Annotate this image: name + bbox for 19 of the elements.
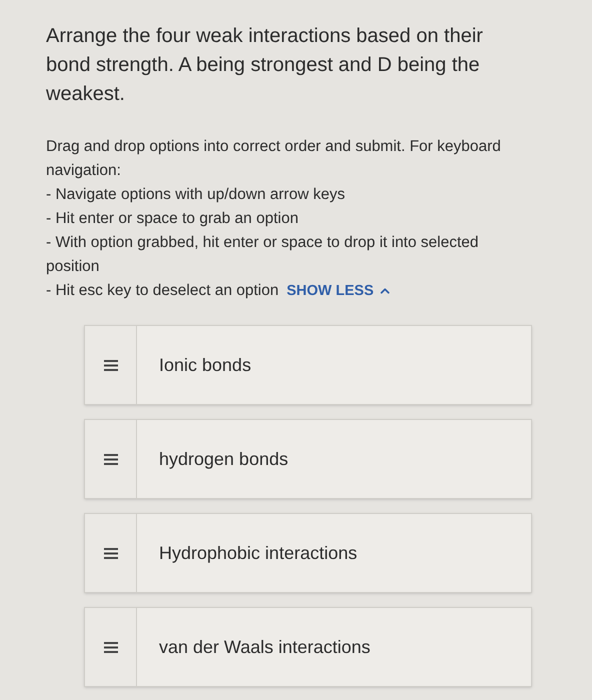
drag-handle-icon[interactable] (104, 454, 118, 464)
instruction-step: - With option grabbed, hit enter or space to drop it into selected position (46, 231, 532, 279)
show-less-link[interactable]: SHOW LESS (286, 279, 392, 303)
instruction-step: - Navigate options with up/down arrow keys (46, 183, 532, 207)
instruction-step: - Hit enter or space to grab an option (46, 207, 532, 231)
question-text: Arrange the four weak interactions based on their bond strength. A being strongest and D being the weakest. (46, 24, 484, 107)
drag-handle-icon[interactable] (104, 548, 118, 558)
draggable-option[interactable]: Hydrophobic interactions (84, 513, 532, 593)
draggable-option[interactable]: van der Waals interactions (84, 607, 532, 687)
draggable-option[interactable]: Ionic bonds (84, 325, 532, 405)
drag-handle-icon[interactable] (104, 642, 118, 652)
drag-handle-icon[interactable] (104, 360, 118, 370)
option-label: Ionic bonds (159, 354, 252, 376)
instruction-text: Drag and drop options into correct order and submit. For keyboard navigation: (46, 137, 502, 181)
draggable-option[interactable]: hydrogen bonds (84, 419, 532, 499)
instruction-step: - Hit esc key to deselect an option (46, 279, 279, 303)
option-label: van der Waals interactions (159, 636, 370, 658)
option-label: Hydrophobic interactions (159, 542, 358, 565)
option-label: hydrogen bonds (159, 448, 288, 471)
